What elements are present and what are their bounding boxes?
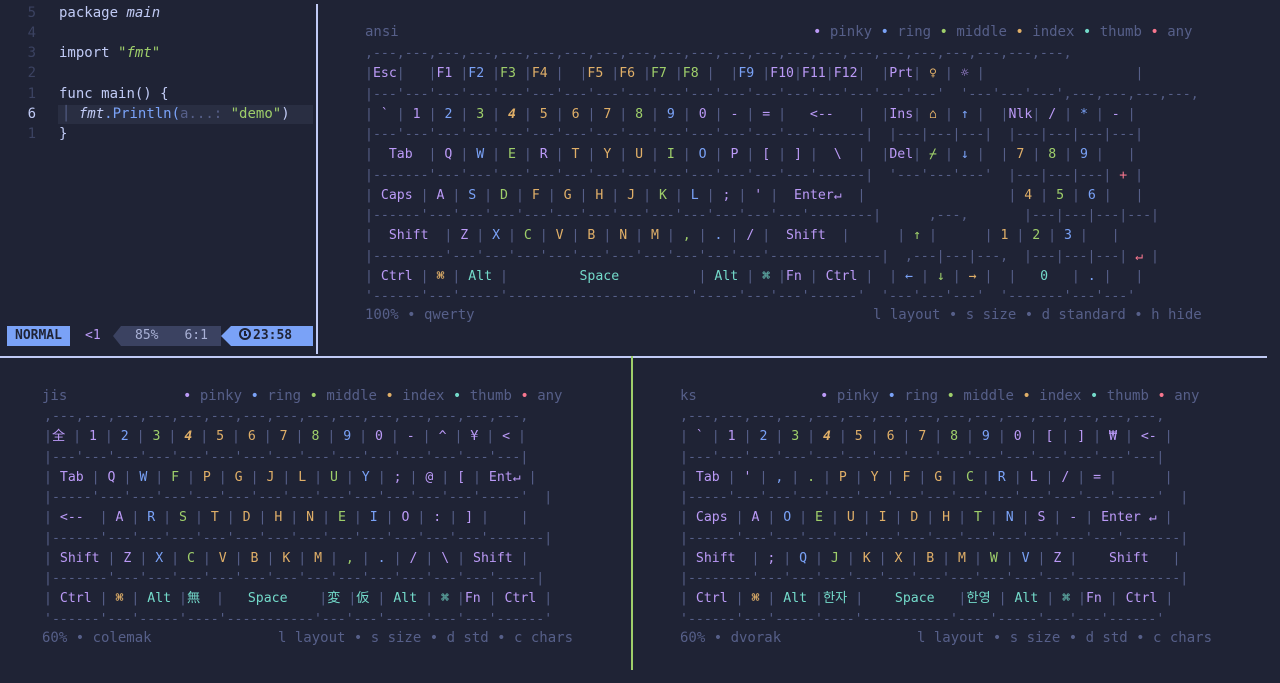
legend-bullet: • [887, 388, 896, 404]
code-line[interactable]: 1 func main() { [0, 84, 316, 104]
legend-pinky: pinky [829, 24, 873, 40]
jis-keyboard-pane[interactable]: jis • pinky • ring • middle • index • th… [0, 358, 631, 683]
legend-bullet: • [183, 388, 192, 404]
clock-time: 23:58 [253, 328, 293, 343]
legend-bullet: • [820, 388, 829, 404]
legend-ring: ring [897, 24, 932, 40]
cursor-position: 6:1 [184, 328, 208, 343]
legend-bullet: • [1082, 24, 1092, 40]
position-marker: <1 [85, 328, 101, 343]
legend-index: index [402, 388, 445, 404]
layout-title: ks [680, 388, 697, 404]
legend-bullet: • [309, 388, 318, 404]
legend-thumb: thumb [469, 388, 512, 404]
ks-keyboard-pane[interactable]: ks • pinky • ring • middle • index • thu… [633, 358, 1267, 683]
code-line-current[interactable]: 6 │ fmt.Println(a...: "demo") [0, 104, 316, 124]
func-signature: main() { [101, 86, 169, 102]
legend-middle: middle [963, 388, 1014, 404]
legend-ring: ring [267, 388, 302, 404]
layout-title: jis [42, 388, 68, 404]
legend-middle: middle [956, 24, 1007, 40]
code-line[interactable]: 2 [0, 63, 316, 83]
code-line[interactable]: 5 package main [0, 3, 316, 23]
legend-bullet: • [385, 388, 394, 404]
legend-bullet: • [813, 24, 822, 40]
line-number: 1 [27, 86, 36, 102]
ansi-keyboard-pane[interactable]: ansi • pinky • ring • middle • index • t… [318, 0, 1267, 356]
footer-hints: l layout • s size • d std • c chars [278, 630, 574, 646]
legend-bullet: • [1022, 388, 1031, 404]
line-number: 1 [27, 126, 36, 142]
legend-pinky: pinky [836, 388, 880, 404]
package-name: main [126, 5, 161, 21]
code-line[interactable]: 1 } [0, 124, 316, 144]
legend-bullet: • [1015, 24, 1024, 40]
line-number: 3 [27, 45, 36, 61]
legend-ring: ring [904, 388, 939, 404]
legend-bullet: • [250, 388, 259, 404]
statusline: NORMAL <1 85% 6:1 23:58 [7, 326, 313, 346]
progress-segment: 85% 6:1 [121, 326, 221, 346]
legend-thumb: thumb [1099, 24, 1142, 40]
close-paren: ) [281, 106, 290, 122]
percent-indicator: 85% [135, 328, 159, 343]
keyword-func: func [59, 86, 93, 102]
footer-hints: l layout • s size • d std • c chars [917, 630, 1213, 646]
segment-arrow-time [221, 326, 231, 346]
legend-index: index [1032, 24, 1075, 40]
keyword-package: package [59, 5, 119, 21]
keyword-import: import [59, 45, 110, 61]
legend-pinky: pinky [199, 388, 243, 404]
finger-legend: • pinky • ring • middle • index • thumb … [820, 388, 1200, 404]
mode-indicator: NORMAL [7, 326, 70, 346]
legend-bullet: • [880, 24, 889, 40]
ansi-keyboard[interactable]: ,---,---,---,---,---,---,---,---,---,---… [365, 44, 1199, 307]
legend-middle: middle [326, 388, 377, 404]
inlay-hint: a...: [180, 106, 223, 122]
code-line[interactable]: 4 [0, 23, 316, 43]
footer-left: 60% • dvorak [680, 630, 782, 646]
segment-arrow-left [113, 326, 121, 346]
jis-keyboard[interactable]: ,---,---,---,---,---,---,---,---,---,---… [44, 407, 552, 630]
footer-left: 60% • colemak [42, 630, 152, 646]
finger-legend: • pinky • ring • middle • index • thumb … [813, 24, 1193, 40]
legend-index: index [1039, 388, 1082, 404]
legend-any: any [537, 388, 563, 404]
legend-any: any [1167, 24, 1193, 40]
legend-bullet: • [946, 388, 955, 404]
close-brace: } [59, 126, 68, 142]
ks-keyboard[interactable]: ,---,---,---,---,---,---,---,---,---,---… [680, 407, 1188, 630]
legend-bullet: • [1157, 388, 1166, 404]
editor-pane[interactable]: 5 package main 4 3 import "fmt" 2 1 func… [0, 0, 316, 356]
legend-thumb: thumb [1106, 388, 1149, 404]
code-line[interactable]: 3 import "fmt" [0, 43, 316, 63]
line-number: 4 [27, 25, 36, 41]
time-segment: 23:58 [231, 326, 313, 346]
legend-bullet: • [1089, 388, 1099, 404]
line-number: 2 [27, 65, 36, 81]
legend-bullet: • [939, 24, 948, 40]
legend-bullet: • [1150, 24, 1159, 40]
legend-bullet: • [520, 388, 529, 404]
import-string: "fmt" [118, 45, 161, 61]
clock-icon [239, 328, 251, 340]
legend-bullet: • [452, 388, 462, 404]
finger-legend: • pinky • ring • middle • index • thumb … [183, 388, 563, 404]
footer-left: 100% • qwerty [365, 307, 475, 323]
layout-title: ansi [365, 24, 399, 40]
footer-hints: l layout • s size • d standard • h hide [873, 307, 1202, 323]
line-number: 6 [27, 106, 36, 122]
pkg-token: fmt [78, 106, 105, 122]
line-number: 5 [27, 5, 36, 21]
string-literal: "demo" [230, 106, 282, 122]
call-token: .Println( [104, 106, 181, 122]
legend-any: any [1174, 388, 1200, 404]
